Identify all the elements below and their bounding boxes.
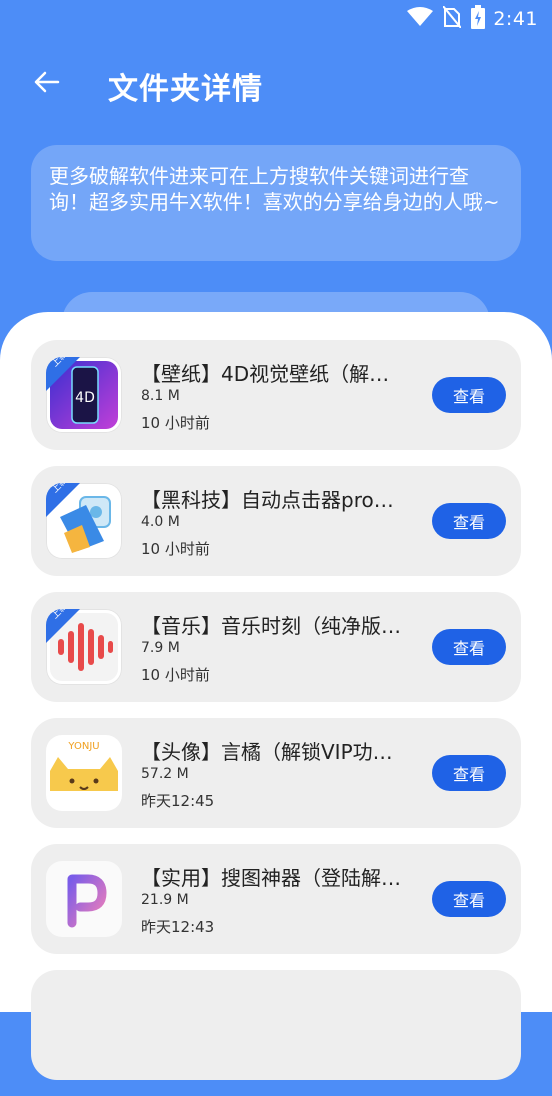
status-bar: 2:41: [0, 0, 552, 38]
svg-text:4D: 4D: [75, 390, 95, 406]
file-time: 昨天12:43: [141, 918, 215, 936]
view-button[interactable]: 查看: [432, 755, 506, 791]
list-item[interactable]: 上新 【音乐】音乐时刻（纯净版… 7.9 M 10 小时前 查看: [31, 592, 521, 702]
no-sim-icon: [442, 5, 463, 32]
list-item[interactable]: 4D 上新 【壁纸】4D视觉壁纸（解… 8.1 M 10 小时前 查看: [31, 340, 521, 450]
file-title: 【黑科技】自动点击器pro…: [141, 488, 394, 512]
view-button[interactable]: 查看: [432, 503, 506, 539]
notice-text: 更多破解软件进来可在上方搜软件关键词进行查询！超多实用牛X软件！喜欢的分享给身边…: [49, 164, 500, 214]
list-item[interactable]: YONJU 【头像】言橘（解锁VIP功… 57.2 M 昨天12:45 查看: [31, 718, 521, 828]
list-item[interactable]: 【实用】搜图神器（登陆解… 21.9 M 昨天12:43 查看: [31, 844, 521, 954]
battery-charging-icon: [471, 5, 486, 33]
file-size: 7.9 M: [141, 640, 180, 656]
file-title: 【头像】言橘（解锁VIP功…: [141, 740, 393, 764]
file-time: 10 小时前: [141, 414, 210, 432]
4d-wallpaper-icon: 4D 上新: [46, 357, 122, 433]
arrow-left-icon: [32, 70, 60, 98]
notice-banner: 更多破解软件进来可在上方搜软件关键词进行查询！超多实用牛X软件！喜欢的分享给身边…: [31, 145, 521, 261]
back-button[interactable]: [24, 64, 68, 104]
file-time: 昨天12:45: [141, 792, 215, 810]
view-button[interactable]: 查看: [432, 881, 506, 917]
file-size: 21.9 M: [141, 892, 189, 908]
file-time: 10 小时前: [141, 666, 210, 684]
file-time: 10 小时前: [141, 540, 210, 558]
page-title: 文件夹详情: [108, 72, 263, 107]
cat-avatar-icon: YONJU: [46, 735, 122, 811]
wifi-icon: [407, 7, 434, 31]
file-title: 【壁纸】4D视觉壁纸（解…: [141, 362, 390, 386]
status-time: 2:41: [493, 8, 538, 30]
auto-clicker-icon: 上新: [46, 483, 122, 559]
file-size: 57.2 M: [141, 766, 189, 782]
view-button[interactable]: 查看: [432, 377, 506, 413]
music-wave-icon: 上新: [46, 609, 122, 685]
app-bar: 文件夹详情: [0, 48, 552, 118]
file-title: 【音乐】音乐时刻（纯净版…: [141, 614, 401, 638]
list-item[interactable]: [31, 970, 521, 1080]
file-size: 4.0 M: [141, 514, 180, 530]
list-item[interactable]: 上新 【黑科技】自动点击器pro… 4.0 M 10 小时前 查看: [31, 466, 521, 576]
p-logo-icon: [46, 861, 122, 937]
svg-text:YONJU: YONJU: [67, 741, 99, 752]
file-size: 8.1 M: [141, 388, 180, 404]
file-title: 【实用】搜图神器（登陆解…: [141, 866, 401, 890]
view-button[interactable]: 查看: [432, 629, 506, 665]
